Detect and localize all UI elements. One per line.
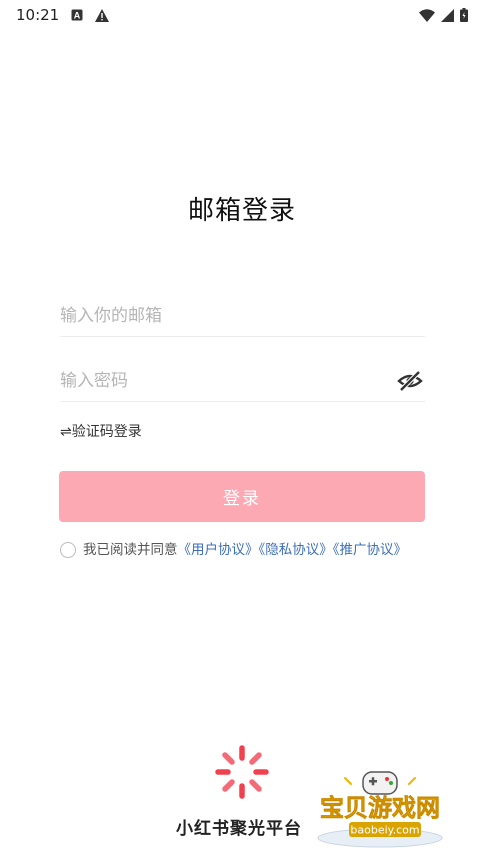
user-agreement-link[interactable]: 《用户协议》 [178,542,259,558]
signal-icon [441,8,454,22]
login-button[interactable]: 登录 [59,471,425,522]
warning-icon [95,8,110,22]
code-login-label: ⇌验证码登录 [60,424,142,440]
watermark-url: baobeiy.com [350,824,419,837]
wifi-icon [419,8,435,22]
watermark-title: 宝贝游戏网 [320,794,440,822]
login-page: 10:21 A 邮箱登录 输入你的邮箱 ⇌验证码登录 登录 我已阅读并同意《用户… [0,0,484,860]
status-bar: 10:21 A [0,0,484,30]
page-title: 邮箱登录 [187,196,296,226]
svg-text:A: A [74,11,81,21]
status-time: 10:21 [16,6,60,24]
watermark-logo: 宝贝游戏网 baobeiy.com [305,770,455,850]
agreement-prefix: 我已阅读并同意 [83,542,178,558]
password-field[interactable] [60,361,425,401]
eye-hidden-icon[interactable] [397,370,423,396]
email-field[interactable] [60,296,425,336]
promo-agreement-link[interactable]: 《推广协议》 [333,542,407,558]
agree-checkbox[interactable] [60,542,76,558]
gamepad-icon [362,771,398,795]
code-login-link[interactable]: ⇌验证码登录 [60,421,142,441]
status-left: 10:21 A [16,6,110,24]
brand-logo-icon [214,744,270,804]
password-field-container [60,361,425,402]
brand-name: 小红书聚光平台 [176,819,302,839]
battery-icon [460,8,468,22]
a-box-icon: A [71,9,83,21]
agreement-text: 我已阅读并同意《用户协议》《隐私协议》《推广协议》 [83,539,430,562]
agreement: 我已阅读并同意《用户协议》《隐私协议》《推广协议》 [60,539,430,562]
status-right [419,8,468,22]
email-field-container [60,296,425,337]
privacy-agreement-link[interactable]: 《隐私协议》 [259,542,333,558]
